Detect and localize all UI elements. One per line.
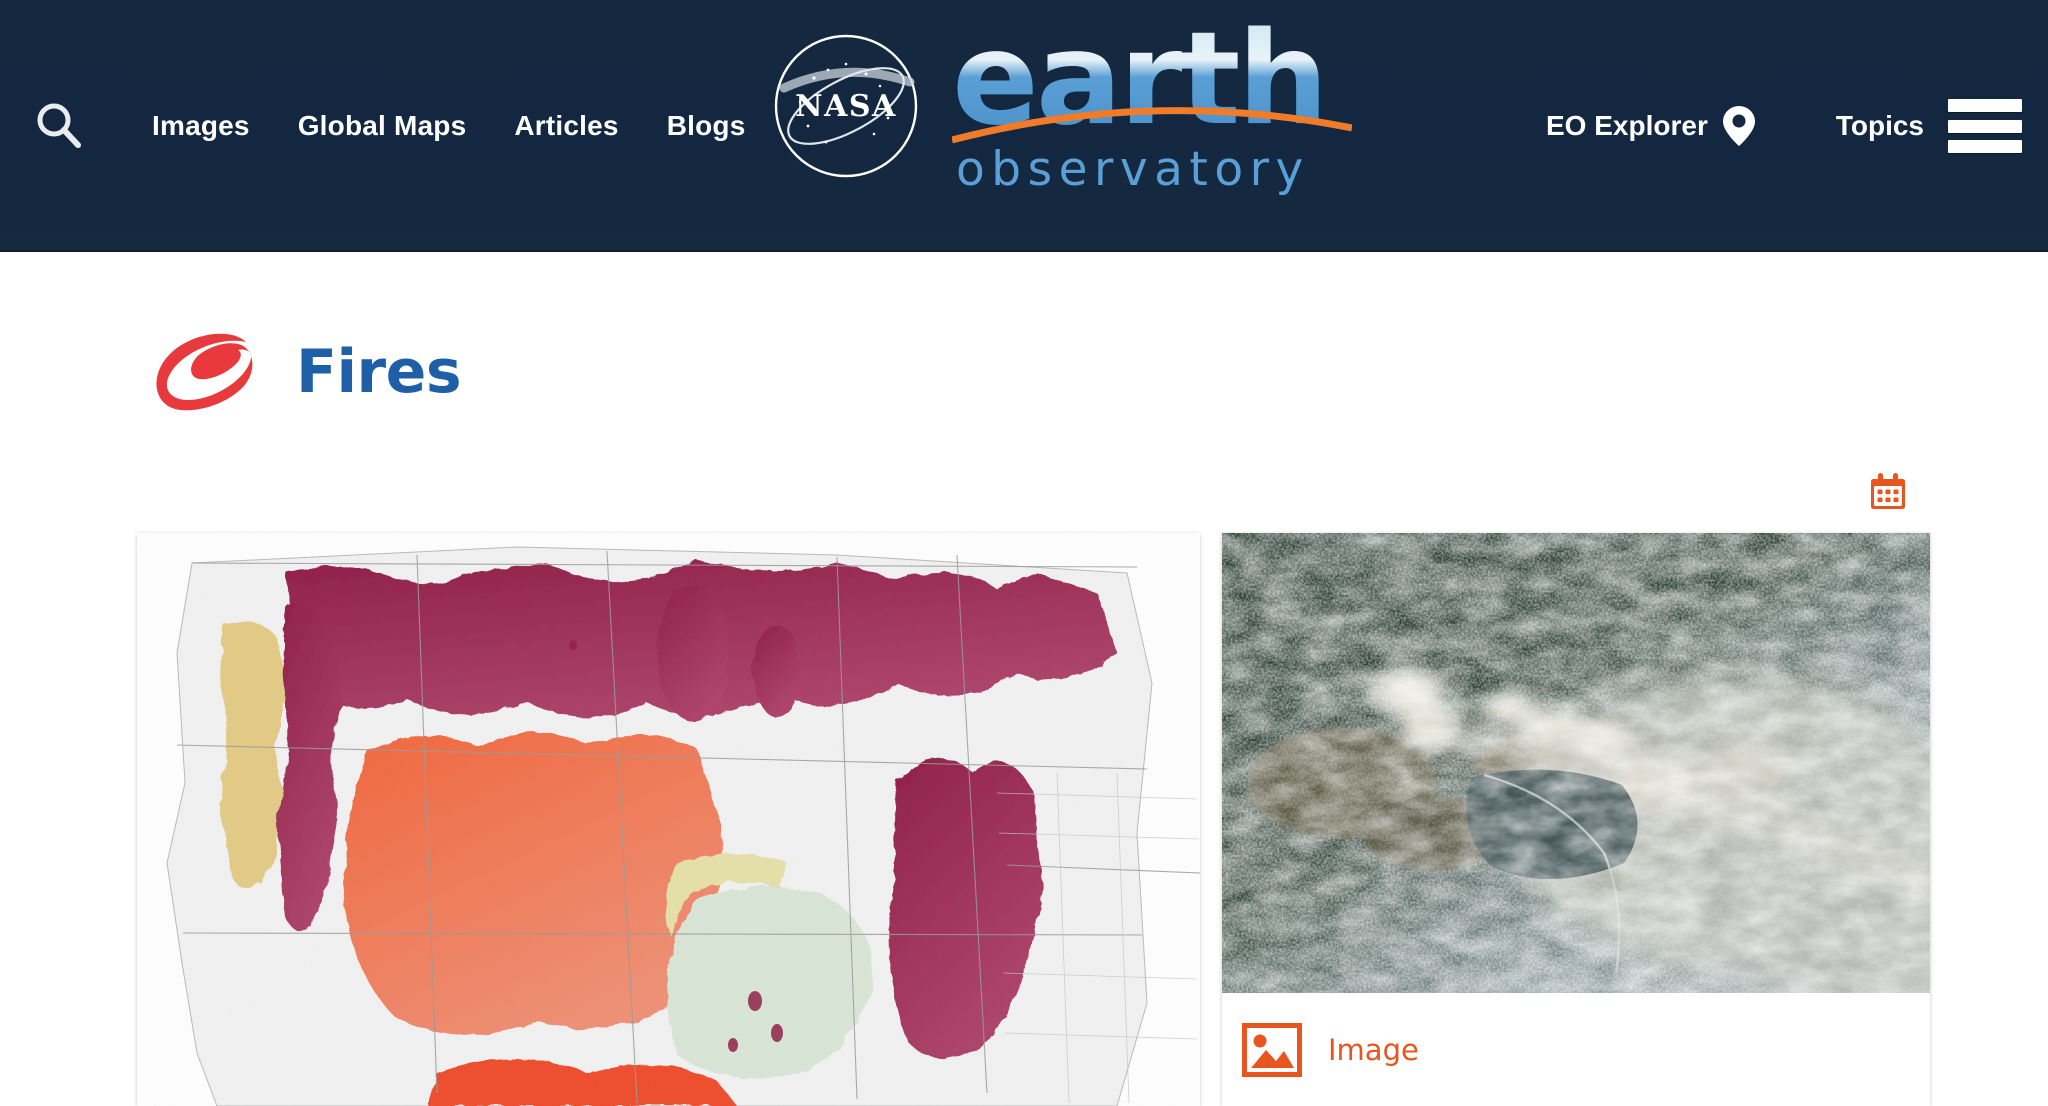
satellite-image-card[interactable]: Image [1222,533,1930,1106]
site-logo[interactable]: NASA earth observatory [760,8,1360,238]
nav-link-global-maps[interactable]: Global Maps [274,110,491,142]
page-title-row: Fires [150,330,462,414]
nasa-meatball-icon: NASA [774,34,918,178]
secondary-navigation: EO Explorer Topics [1546,0,2048,252]
topics-label: Topics [1835,110,1924,141]
eo-explorer-label: EO Explorer [1546,110,1708,141]
nav-link-blogs[interactable]: Blogs [643,110,770,142]
calendar-filter-button[interactable] [1868,472,1908,512]
wordmark-earth: earth [952,16,1352,144]
card-caption[interactable]: Image [1222,993,1930,1106]
drought-fire-map-card[interactable] [137,533,1200,1106]
search-button[interactable] [28,95,90,157]
fires-flame-logo-icon [156,333,253,411]
nav-link-articles[interactable]: Articles [490,110,642,142]
site-header: Images Global Maps Articles Blogs NASA e… [0,0,2048,252]
page-title: Fires [296,337,462,407]
svg-text:NASA: NASA [795,89,897,124]
topics-menu-button[interactable]: Topics [1836,99,2022,153]
primary-navigation: Images Global Maps Articles Blogs [0,0,769,252]
earth-observatory-wordmark: earth observatory [952,16,1352,216]
nav-link-images[interactable]: Images [128,110,274,142]
search-icon [37,103,81,148]
satellite-smoke-image [1222,533,1930,993]
hamburger-menu-icon[interactable] [1948,99,2022,153]
satellite-smoke-graphic [1222,533,1930,993]
caption-label: Image [1328,1032,1419,1067]
calendar-icon [1871,473,1905,509]
drought-fire-map-image [137,533,1200,1106]
picture-icon [1242,1022,1302,1077]
wordmark-observatory: observatory [956,142,1310,197]
map-pin-icon [1722,106,1755,146]
eo-explorer-button[interactable]: EO Explorer [1546,104,1756,148]
